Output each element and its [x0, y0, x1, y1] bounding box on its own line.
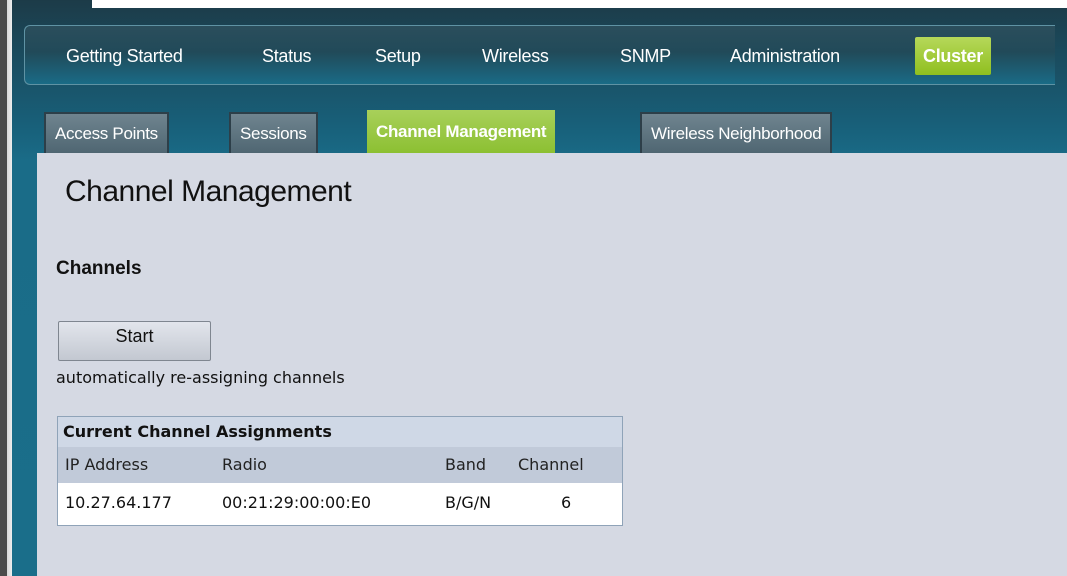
nav-administration[interactable]: Administration — [730, 44, 840, 68]
tab-access-points[interactable]: Access Points — [44, 112, 169, 153]
page-title: Channel Management — [65, 175, 352, 208]
nav-setup[interactable]: Setup — [375, 44, 421, 68]
tab-sessions[interactable]: Sessions — [229, 112, 318, 153]
tab-wireless-neighborhood[interactable]: Wireless Neighborhood — [640, 112, 833, 153]
channel-assignments-table: Current Channel Assignments IP Address R… — [57, 416, 623, 526]
section-title: Channels — [56, 258, 142, 279]
column-header-radio: Radio — [222, 455, 267, 474]
cell-radio: 00:21:29:00:00:E0 — [222, 493, 372, 512]
cell-channel: 6 — [561, 493, 572, 512]
tab-channel-management[interactable]: Channel Management — [367, 110, 556, 153]
nav-status[interactable]: Status — [262, 44, 312, 68]
window-left-edge — [0, 0, 12, 576]
column-header-band: Band — [445, 455, 487, 474]
table-caption: Current Channel Assignments — [58, 417, 622, 447]
start-button[interactable]: Start — [58, 321, 211, 361]
column-header-channel: Channel — [518, 455, 584, 474]
start-description: automatically re-assigning channels — [56, 368, 345, 387]
nav-cluster[interactable]: Cluster — [915, 37, 991, 75]
nav-snmp[interactable]: SNMP — [620, 44, 671, 68]
nav-getting-started[interactable]: Getting Started — [66, 44, 183, 68]
cell-ip-address: 10.27.64.177 — [65, 493, 172, 512]
main-navigation: Getting Started Status Setup Wireless SN… — [24, 25, 1055, 85]
table-row: 10.27.64.177 00:21:29:00:00:E0 B/G/N 6 — [58, 483, 622, 523]
column-header-ip-address: IP Address — [65, 455, 149, 474]
cell-band: B/G/N — [445, 493, 492, 512]
table-header-row: IP Address Radio Band Channel — [58, 447, 622, 483]
content-panel: Channel Management Channels Start automa… — [37, 153, 1067, 576]
nav-wireless[interactable]: Wireless — [482, 44, 549, 68]
